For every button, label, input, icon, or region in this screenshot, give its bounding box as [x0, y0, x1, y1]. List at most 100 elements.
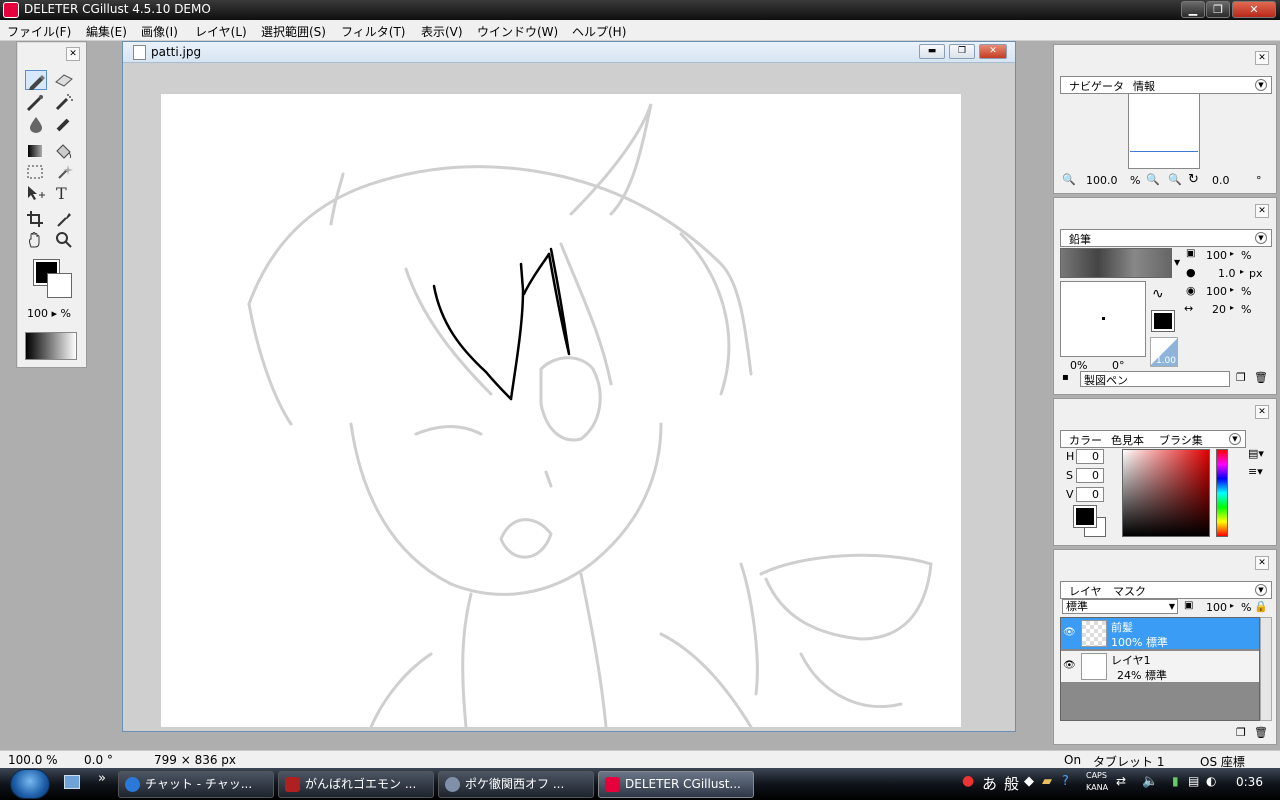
list-menu-icon[interactable]: ≡▾ — [1248, 465, 1263, 478]
brush-panel-close-button[interactable]: ✕ — [1255, 204, 1269, 218]
menu-filter[interactable]: フィルタ(T) — [341, 23, 405, 40]
tray-device-icon[interactable]: ▤ — [1188, 774, 1199, 788]
taskbar-item-goemon[interactable]: がんばれゴエモン ... — [278, 771, 434, 798]
menu-file[interactable]: ファイル(F) — [7, 23, 71, 40]
ime-input-mode[interactable]: 般 — [1004, 773, 1019, 794]
gradient-tool-icon[interactable] — [25, 141, 47, 161]
paint-bucket-tool-icon[interactable] — [53, 141, 75, 161]
menu-layer[interactable]: レイヤ(L) — [195, 23, 247, 40]
brush-tool-icon[interactable] — [25, 92, 47, 112]
brush-spacing-value[interactable]: 20 — [1212, 303, 1226, 316]
eyedropper-tool-icon[interactable] — [53, 209, 75, 229]
tab-pencil[interactable]: 鉛筆 — [1069, 231, 1091, 247]
layer-row[interactable]: 👁 前髪 100% 標準 — [1061, 618, 1259, 650]
close-button[interactable]: ✕ — [1232, 1, 1276, 18]
crop-tool-icon[interactable] — [25, 209, 47, 229]
airbrush-tool-icon[interactable] — [53, 92, 75, 112]
caret-right-icon[interactable]: ▸ — [1230, 303, 1234, 312]
eye-icon[interactable]: 👁 — [1063, 660, 1077, 672]
blur-tool-icon[interactable] — [25, 114, 47, 134]
ime-hiragana-mode[interactable]: あ — [982, 773, 997, 794]
background-color-swatch[interactable] — [47, 273, 72, 298]
tab-brush-collection[interactable]: ブラシ集 — [1159, 432, 1203, 448]
pressure-curve-graph[interactable]: 1.00 — [1150, 337, 1178, 367]
tab-navigator[interactable]: ナビゲータ — [1069, 78, 1124, 94]
caret-right-icon[interactable]: ▸ — [1240, 267, 1244, 276]
eraser-tool-icon[interactable] — [53, 70, 75, 90]
navigator-zoom-value[interactable]: 100.0 — [1086, 174, 1118, 187]
tray-app-icon[interactable]: ▮ — [1172, 774, 1179, 788]
navigator-rotation-value[interactable]: 0.0 — [1212, 174, 1230, 187]
ime-toolbar-icon[interactable]: ◆ — [1024, 774, 1034, 789]
eye-icon[interactable]: 👁 — [1063, 627, 1077, 639]
volume-icon[interactable]: 🔈 — [1142, 774, 1158, 789]
blend-mode-select[interactable]: 標準 ▼ — [1062, 599, 1178, 614]
brush-opacity-value[interactable]: 100 — [1206, 249, 1227, 262]
document-restore-button[interactable]: ❐ — [949, 44, 975, 59]
layer-list-scrollbar[interactable] — [1260, 617, 1272, 721]
tab-layer[interactable]: レイヤ — [1069, 583, 1102, 599]
menu-view[interactable]: 表示(V) — [421, 23, 463, 40]
taskbar-item-deleter[interactable]: DELETER CGillust... — [598, 771, 754, 798]
start-button[interactable] — [10, 769, 50, 799]
pencil-tool-icon[interactable] — [25, 70, 47, 90]
chevron-down-icon[interactable]: ▼ — [1255, 79, 1267, 91]
trash-icon[interactable]: 🗑 — [1254, 726, 1268, 739]
layer-row[interactable]: 👁 レイヤ1 24% 標準 — [1061, 651, 1259, 683]
taskbar-item-chat[interactable]: チャット - チャッ... — [118, 771, 274, 798]
tab-color[interactable]: カラー — [1069, 432, 1102, 448]
chevron-down-icon[interactable]: ▼ — [1229, 433, 1241, 445]
zoom-minus-icon[interactable]: 🔍 — [1146, 173, 1160, 186]
smudge-tool-icon[interactable] — [53, 114, 75, 134]
magic-wand-tool-icon[interactable] — [53, 162, 75, 182]
navigator-thumbnail[interactable] — [1128, 93, 1200, 169]
zoom-plus-icon[interactable]: 🔍 — [1168, 173, 1182, 186]
layer-panel-close-button[interactable]: ✕ — [1255, 556, 1269, 570]
minimize-button[interactable]: ▁ — [1181, 1, 1205, 18]
color-mode-icon[interactable]: ▤▾ — [1248, 447, 1264, 460]
chevron-down-icon[interactable]: ▼ — [1255, 584, 1267, 596]
chevron-down-icon[interactable]: ▼ — [1255, 232, 1267, 244]
show-desktop-icon[interactable] — [64, 775, 80, 789]
gradient-preset-select[interactable] — [25, 332, 77, 360]
rotate-icon[interactable]: ↻ — [1188, 172, 1199, 187]
menu-edit[interactable]: 編集(E) — [86, 23, 127, 40]
value-input[interactable]: 0 — [1076, 487, 1104, 502]
tray-shield-icon[interactable]: ◐ — [1206, 774, 1216, 788]
color-panel-close-button[interactable]: ✕ — [1255, 405, 1269, 419]
tool-opacity[interactable]: 100 ▸ % — [27, 307, 77, 320]
zoom-tool-icon[interactable] — [53, 230, 75, 250]
menu-help[interactable]: ヘルプ(H) — [572, 23, 626, 40]
caret-right-icon[interactable]: ▸ — [1230, 285, 1234, 294]
ime-dictionary-icon[interactable]: ▰ — [1042, 774, 1052, 789]
saturation-input[interactable]: 0 — [1076, 468, 1104, 483]
caret-right-icon[interactable]: ▸ — [1230, 249, 1234, 258]
text-tool-icon[interactable]: T — [53, 183, 75, 203]
menu-image[interactable]: 画像(I) — [141, 23, 178, 40]
saturation-value-field[interactable] — [1122, 449, 1210, 537]
document-close-button[interactable]: ✕ — [979, 44, 1007, 59]
help-icon[interactable]: ? — [1062, 774, 1069, 789]
navigator-view-frame[interactable] — [1130, 104, 1198, 152]
taskbar-item-poke[interactable]: ポケ徹関西オフ ... — [438, 771, 594, 798]
ime-icon[interactable]: ● — [962, 773, 974, 789]
document-minimize-button[interactable]: ▬ — [919, 44, 945, 59]
menu-window[interactable]: ウインドウ(W) — [477, 23, 558, 40]
rect-select-tool-icon[interactable] — [25, 162, 47, 182]
hue-slider[interactable] — [1216, 449, 1228, 537]
quick-launch-expand[interactable]: » — [98, 771, 106, 786]
tool-palette-close-button[interactable]: ✕ — [66, 47, 80, 61]
new-brush-icon[interactable]: ❐ — [1236, 371, 1246, 384]
hue-input[interactable]: 0 — [1076, 449, 1104, 464]
tab-info[interactable]: 情報 — [1133, 78, 1155, 94]
tab-mask[interactable]: マスク — [1113, 583, 1146, 599]
tab-swatches[interactable]: 色見本 — [1111, 432, 1144, 448]
brush-color-swatch[interactable] — [1151, 310, 1175, 332]
menu-selection[interactable]: 選択範囲(S) — [261, 23, 326, 40]
brush-name-field[interactable]: 製図ペン — [1080, 371, 1230, 387]
new-layer-icon[interactable]: ❐ — [1236, 726, 1246, 739]
trash-icon[interactable]: 🗑 — [1254, 371, 1268, 384]
drawing-canvas[interactable] — [161, 94, 961, 729]
zoom-out-icon[interactable]: 🔍 — [1062, 173, 1076, 186]
lock-icon[interactable]: 🔒 — [1254, 600, 1268, 613]
